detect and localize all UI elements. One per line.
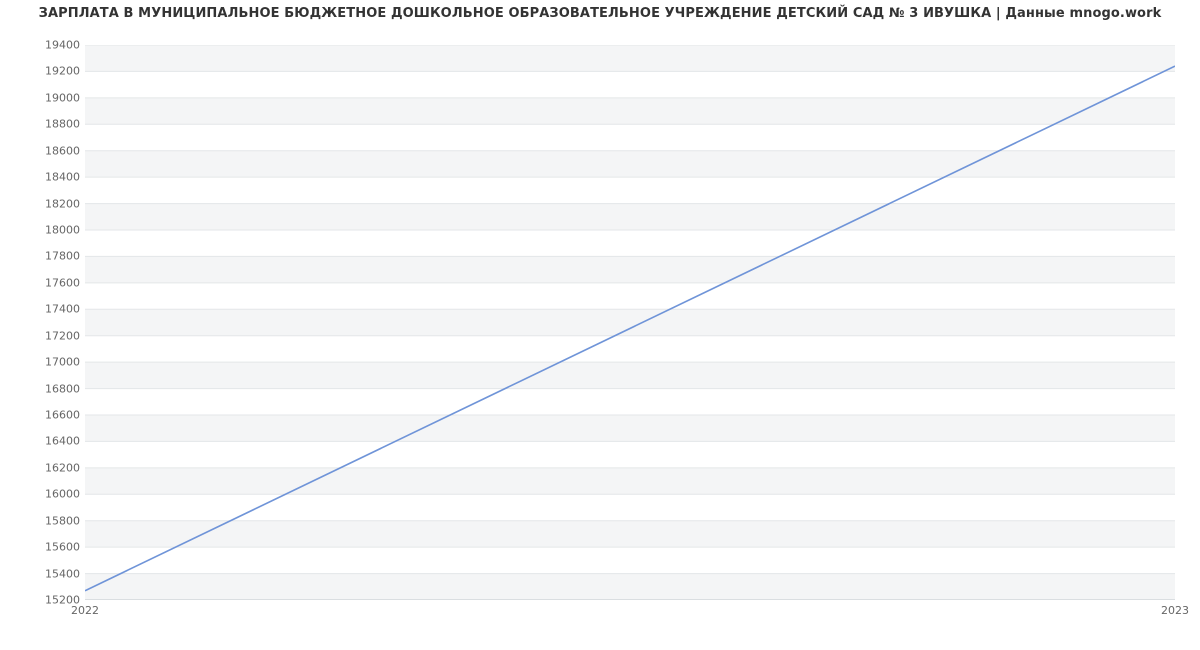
y-tick-label: 16400	[10, 436, 80, 447]
x-tick-label: 2023	[1161, 604, 1189, 617]
y-tick-label: 19200	[10, 66, 80, 77]
y-tick-label: 17600	[10, 277, 80, 288]
grid-bands	[85, 45, 1175, 600]
y-tick-label: 15200	[10, 595, 80, 606]
y-tick-label: 16600	[10, 410, 80, 421]
y-tick-label: 18000	[10, 225, 80, 236]
y-tick-label: 15400	[10, 568, 80, 579]
y-tick-label: 18600	[10, 145, 80, 156]
y-tick-label: 18400	[10, 172, 80, 183]
y-tick-label: 17200	[10, 330, 80, 341]
chart-svg	[85, 45, 1175, 600]
y-tick-label: 18200	[10, 198, 80, 209]
x-tick-label: 2022	[71, 604, 99, 617]
y-tick-label: 19400	[10, 40, 80, 51]
y-tick-label: 16000	[10, 489, 80, 500]
chart-container: ЗАРПЛАТА В МУНИЦИПАЛЬНОЕ БЮДЖЕТНОЕ ДОШКО…	[0, 0, 1200, 650]
y-tick-label: 15600	[10, 542, 80, 553]
y-tick-label: 16200	[10, 462, 80, 473]
y-tick-label: 17400	[10, 304, 80, 315]
y-tick-label: 17800	[10, 251, 80, 262]
y-tick-label: 19000	[10, 92, 80, 103]
y-tick-label: 15800	[10, 515, 80, 526]
chart-title: ЗАРПЛАТА В МУНИЦИПАЛЬНОЕ БЮДЖЕТНОЕ ДОШКО…	[0, 6, 1200, 21]
y-tick-label: 17000	[10, 357, 80, 368]
y-tick-label: 16800	[10, 383, 80, 394]
plot-area	[85, 45, 1175, 600]
y-tick-label: 18800	[10, 119, 80, 130]
